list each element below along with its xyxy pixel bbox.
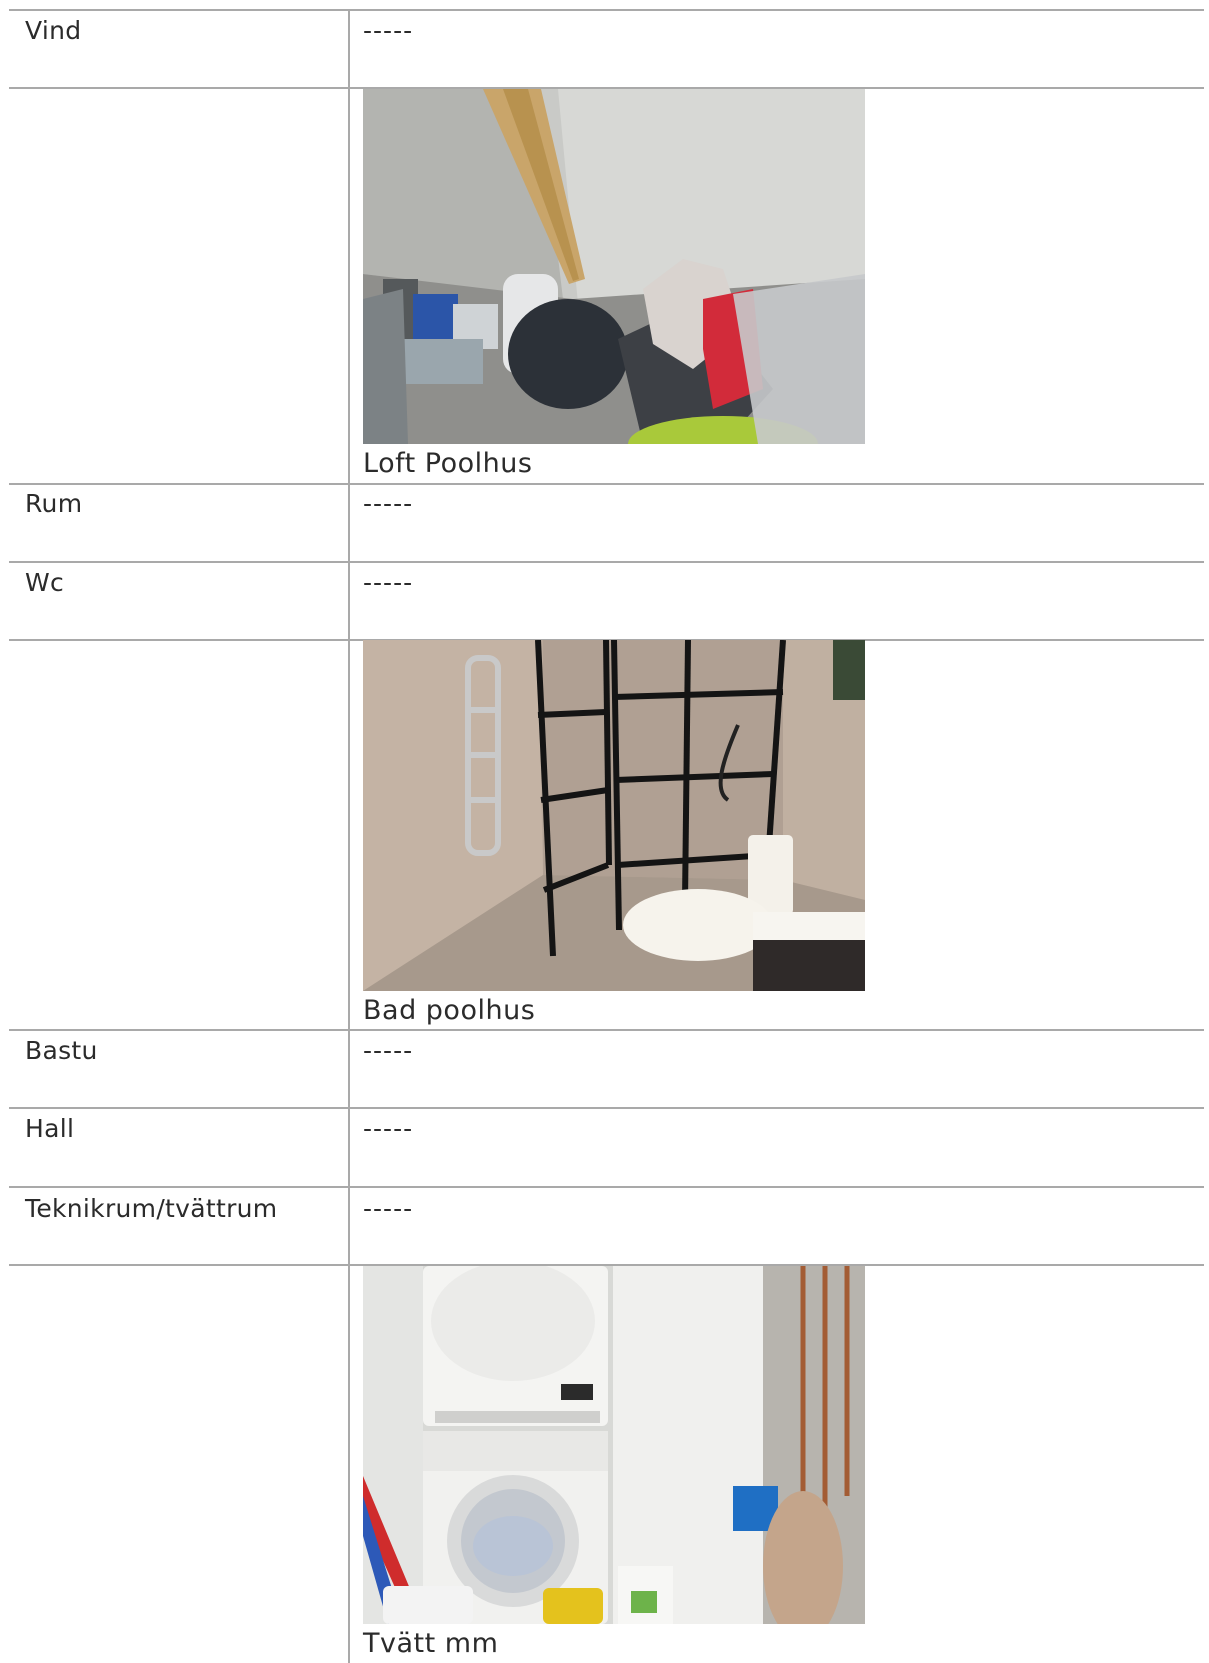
row-value-wc: ----- — [363, 568, 414, 597]
row-value-teknikrum-tvattrum: ----- — [363, 1194, 414, 1223]
row-divider — [9, 9, 1204, 11]
row-value-bastu: ----- — [363, 1036, 414, 1065]
laundry-photo-caption: Tvätt mm — [363, 1628, 499, 1659]
row-divider — [9, 1107, 1204, 1109]
row-value-rum: ----- — [363, 489, 414, 518]
row-divider — [9, 1029, 1204, 1031]
attic-storage-photo — [363, 89, 865, 444]
row-label-hall: Hall — [25, 1114, 75, 1143]
row-label-teknikrum-tvattrum: Teknikrum/tvättrum — [25, 1194, 278, 1223]
bathroom-photo-caption: Bad poolhus — [363, 995, 536, 1026]
row-label-wc: Wc — [25, 568, 65, 597]
row-divider — [9, 483, 1204, 485]
row-value-hall: ----- — [363, 1114, 414, 1143]
row-label-bastu: Bastu — [25, 1036, 98, 1065]
attic-photo-caption: Loft Poolhus — [363, 448, 533, 479]
row-divider — [9, 561, 1204, 563]
column-divider — [348, 10, 350, 1663]
row-divider — [9, 1186, 1204, 1188]
laundry-room-photo — [363, 1266, 865, 1624]
row-label-rum: Rum — [25, 489, 83, 518]
row-value-vind: ----- — [363, 16, 414, 45]
row-label-vind: Vind — [25, 16, 82, 45]
bathroom-photo — [363, 640, 865, 991]
